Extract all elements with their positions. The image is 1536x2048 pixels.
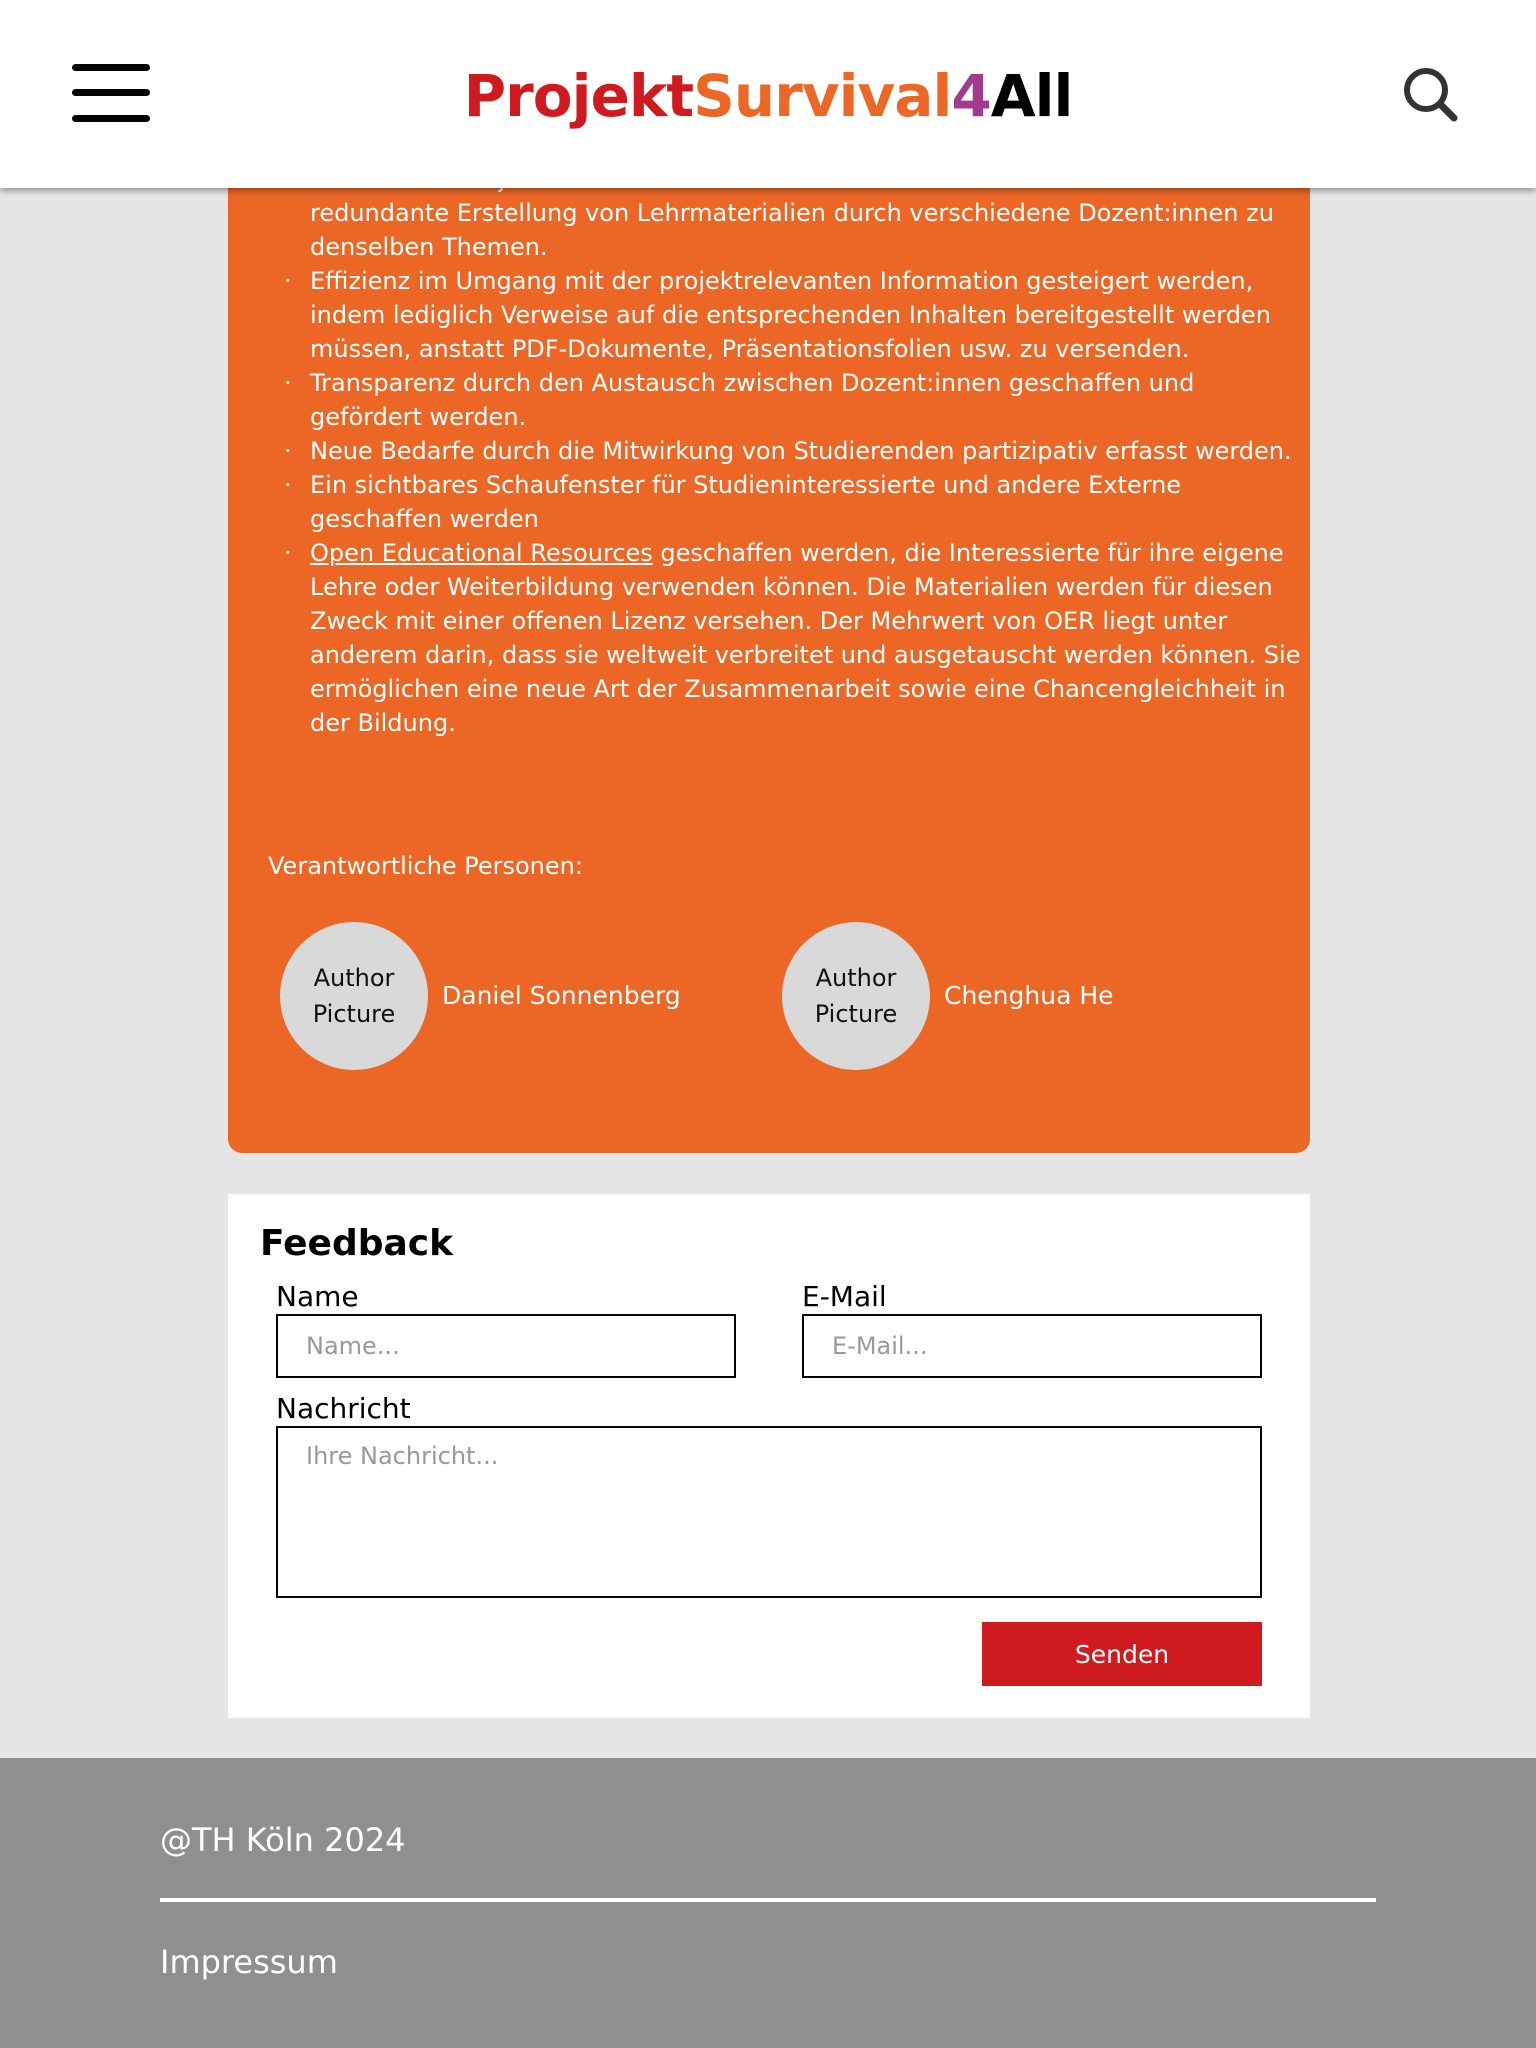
site-logo[interactable]: ProjektSurvival4All xyxy=(0,56,1536,136)
goal-item: Effizienz im Umgang mit der projektrelev… xyxy=(284,264,1310,366)
site-header: ProjektSurvival4All xyxy=(0,0,1536,188)
author-name: Daniel Sonnenberg xyxy=(442,981,681,1010)
logo-part-4: 4 xyxy=(951,62,991,130)
goal-item: Open Educational Resources geschaffen we… xyxy=(284,536,1310,740)
author-name: Chenghua He xyxy=(944,981,1114,1010)
project-panel: für ähnliche Projekte im Web recherchier… xyxy=(228,120,1310,1153)
message-label: Nachricht xyxy=(276,1392,411,1425)
impressum-link[interactable]: Impressum xyxy=(160,1942,338,1982)
feedback-title: Feedback xyxy=(260,1223,454,1264)
name-input[interactable] xyxy=(276,1314,736,1378)
goal-item: Ein sichtbares Schaufenster für Studieni… xyxy=(284,468,1310,536)
message-textarea[interactable] xyxy=(276,1426,1262,1598)
footer-divider xyxy=(160,1898,1376,1902)
goals-list: für ähnliche Projekte im Web recherchier… xyxy=(284,162,1310,740)
site-footer: @TH Köln 2024 Impressum xyxy=(0,1758,1536,2048)
logo-part-projekt: Projekt xyxy=(463,62,694,130)
responsible-persons-label: Verantwortliche Personen: xyxy=(268,852,583,880)
oer-link[interactable]: Open Educational Resources xyxy=(310,539,653,567)
goal-item: Transparenz durch den Austausch zwischen… xyxy=(284,366,1310,434)
author-avatar: Author Picture xyxy=(280,922,428,1070)
email-input[interactable] xyxy=(802,1314,1262,1378)
logo-part-survival: Survival xyxy=(693,62,952,130)
goal-item: Neue Bedarfe durch die Mitwirkung von St… xyxy=(284,434,1310,468)
email-label: E-Mail xyxy=(802,1280,887,1313)
author-avatar: Author Picture xyxy=(782,922,930,1070)
logo-part-all: All xyxy=(990,62,1074,130)
name-label: Name xyxy=(276,1280,359,1313)
feedback-form: Feedback Name E-Mail Nachricht Senden xyxy=(228,1194,1310,1718)
send-button[interactable]: Senden xyxy=(982,1622,1262,1686)
search-icon[interactable] xyxy=(1402,66,1458,122)
footer-copyright: @TH Köln 2024 xyxy=(160,1821,406,1859)
